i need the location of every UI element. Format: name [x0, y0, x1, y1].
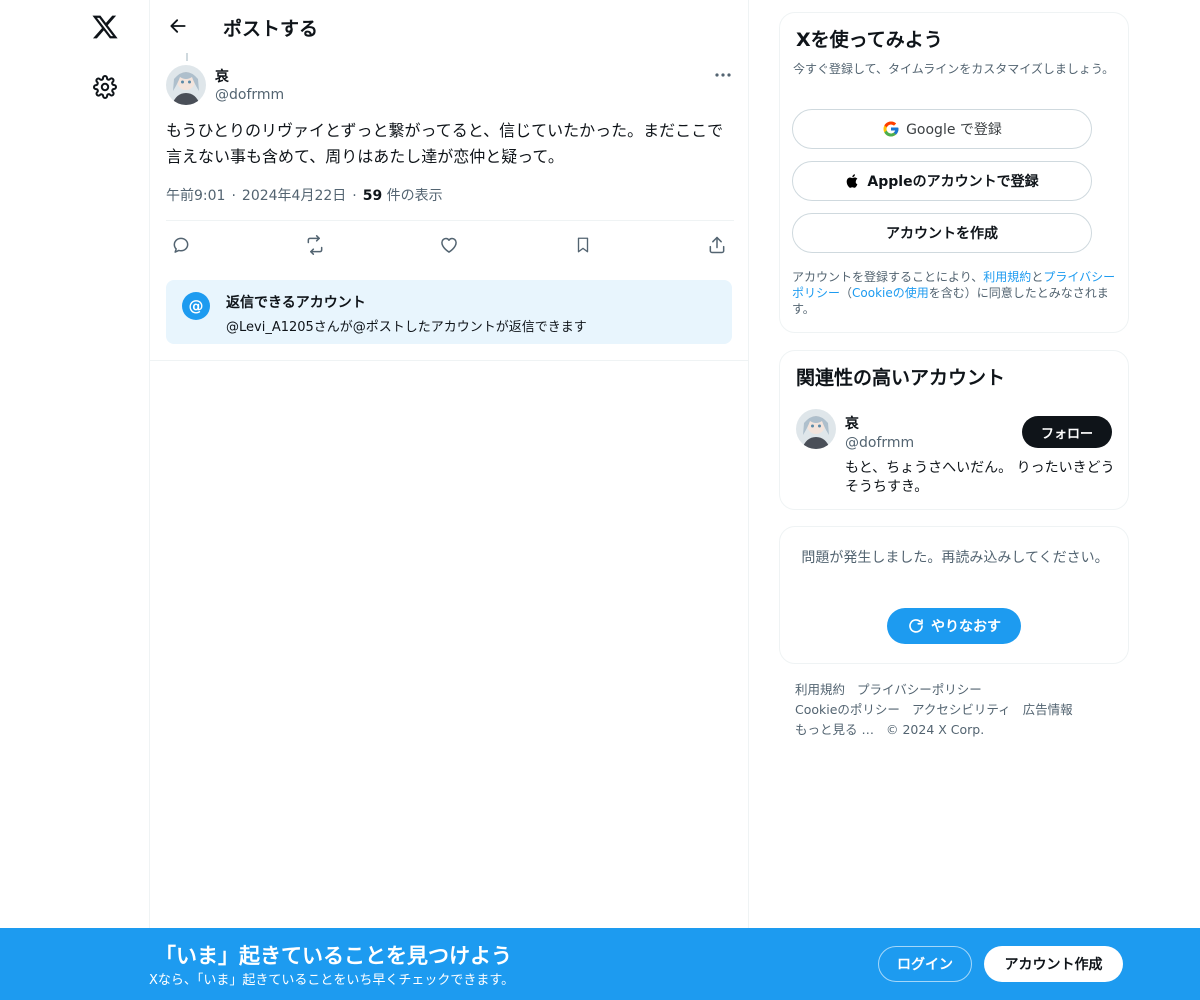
signup-card: Xを使ってみよう 今すぐ登録して、タイムラインをカスタマイズしましょう。 Goo… — [779, 12, 1129, 333]
terms-paren: （ — [840, 286, 853, 300]
signup-title: Xを使ってみよう — [796, 29, 943, 51]
signup-banner: 「いま」起きていることを見つけよう Xなら、「いま」起きていることをいち早くチェ… — [0, 928, 1200, 1000]
related-account-name[interactable]: 哀 — [845, 413, 859, 433]
error-card: 問題が発生しました。再読み込みしてください。 やりなおす — [779, 526, 1129, 664]
post-date[interactable]: 2024年4月22日 — [242, 188, 346, 204]
page-title: ポストする — [223, 18, 319, 40]
follow-button[interactable]: フォロー — [1022, 416, 1112, 448]
reply-restriction-notice: @ 返信できるアカウント @Levi_A1205さんが@ポストしたアカウントが返… — [166, 280, 732, 344]
footer-link-privacy[interactable]: プライバシーポリシー — [857, 682, 982, 697]
google-signup-label: Google で登録 — [906, 122, 1002, 138]
footer-link-terms[interactable]: 利用規約 — [795, 682, 845, 697]
signup-subtitle: 今すぐ登録して、タイムラインをカスタマイズしましょう。 — [793, 62, 1115, 76]
error-message: 問題が発生しました。再読み込みしてください。 — [801, 550, 1109, 566]
create-account-button[interactable]: アカウントを作成 — [792, 213, 1092, 253]
thread-line — [186, 53, 188, 61]
page-header: ポストする — [150, 0, 748, 53]
left-rail — [75, 0, 135, 1000]
views-count: 59 — [362, 188, 383, 204]
signup-button[interactable]: アカウント作成 — [984, 946, 1123, 982]
retry-label: やりなおす — [931, 619, 1001, 635]
divider — [150, 360, 748, 361]
login-button[interactable]: ログイン — [878, 946, 972, 982]
footer-link-more[interactable]: もっと見る … — [795, 722, 874, 737]
bookmark-icon[interactable] — [568, 230, 598, 260]
copyright: © 2024 X Corp. — [885, 722, 985, 737]
post-actions — [166, 224, 734, 264]
main-column: ポストする 哀 @dofrmm もうひとりのリヴァイとずっと繋がってると、信じて… — [149, 0, 749, 1000]
avatar[interactable] — [796, 409, 836, 449]
post-time[interactable]: 午前9:01 — [166, 188, 225, 204]
reply-icon[interactable] — [166, 230, 196, 260]
related-accounts-card: 関連性の高いアカウント 哀 @dofrmm フォロー もと、ちょうさへいだん。 … — [779, 350, 1129, 510]
at-sign-icon: @ — [182, 292, 210, 320]
apple-signup-label: Appleのアカウントで登録 — [867, 174, 1039, 190]
related-title: 関連性の高いアカウント — [796, 367, 1006, 389]
create-account-label: アカウントを作成 — [886, 226, 998, 242]
banner-title: 「いま」起きていることを見つけよう — [155, 944, 512, 968]
footer-links: 利用規約 プライバシーポリシー Cookieのポリシー アクセシビリティ 広告情報 も… — [795, 680, 1125, 740]
reply-restriction-title: 返信できるアカウント — [226, 295, 366, 311]
terms-prefix: アカウントを登録することにより、 — [792, 270, 984, 284]
cookie-use-link[interactable]: Cookieの使用 — [852, 286, 929, 300]
apple-icon — [847, 174, 858, 188]
related-account-bio: もと、ちょうさへいだん。 りったいきどうそうちすき。 — [845, 460, 1115, 495]
retweet-icon[interactable] — [300, 230, 330, 260]
post-meta: 午前9:01 · 2024年4月22日 · 59 件の表示 — [166, 188, 443, 204]
apple-signup-button[interactable]: Appleのアカウントで登録 — [792, 161, 1092, 201]
arrow-left-icon[interactable] — [164, 12, 192, 40]
google-signup-button[interactable]: Google で登録 — [792, 109, 1092, 149]
author-handle[interactable]: @dofrmm — [215, 87, 284, 103]
related-account-handle[interactable]: @dofrmm — [845, 435, 914, 451]
share-icon[interactable] — [702, 230, 732, 260]
author-name[interactable]: 哀 — [215, 66, 229, 86]
refresh-icon — [909, 619, 923, 633]
gear-icon[interactable] — [89, 70, 121, 104]
reply-restriction-description: @Levi_A1205さんが@ポストしたアカウントが返信できます — [226, 320, 587, 335]
retry-button[interactable]: やりなおす — [887, 608, 1021, 644]
views-label: 件の表示 — [382, 188, 443, 204]
terms-and: と — [1031, 270, 1044, 284]
post-text: もうひとりのリヴァイとずっと繋がってると、信じていたかった。まだここで言えない事… — [166, 121, 724, 166]
divider — [166, 220, 734, 221]
footer-link-accessibility[interactable]: アクセシビリティ — [912, 702, 1011, 717]
like-icon[interactable] — [434, 230, 464, 260]
x-logo-icon[interactable] — [89, 10, 121, 44]
terms-text: アカウントを登録することにより、利用規約とプライバシーポリシー（Cookieの使… — [792, 269, 1122, 317]
terms-of-service-link[interactable]: 利用規約 — [983, 270, 1031, 284]
footer-link-ads[interactable]: 広告情報 — [1023, 702, 1073, 717]
banner-subtitle: Xなら、「いま」起きていることをいち早くチェックできます。 — [149, 973, 515, 988]
footer-link-cookies[interactable]: Cookieのポリシー — [795, 702, 900, 717]
avatar[interactable] — [166, 65, 206, 105]
google-icon — [883, 121, 899, 137]
more-icon[interactable] — [710, 64, 736, 86]
